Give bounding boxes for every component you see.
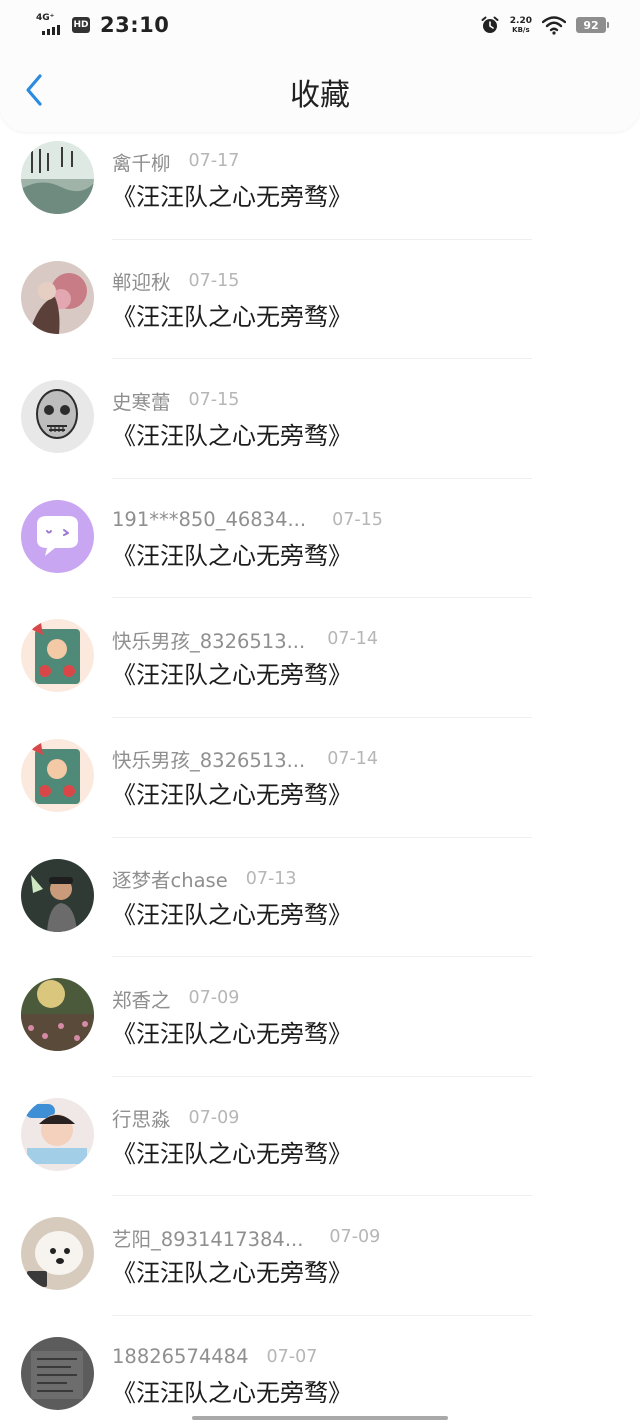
favorite-title: 《汪汪队之心无旁骛》 [112, 661, 352, 690]
favorite-title: 《汪汪队之心无旁骛》 [112, 1020, 352, 1049]
avatar [21, 499, 94, 573]
username: 行思淼 [112, 1108, 171, 1132]
username: 郸迎秋 [112, 271, 171, 295]
list-item[interactable]: 快乐男孩_8326513... 07-14 《汪汪队之心无旁骛》 [0, 718, 640, 838]
list-item[interactable]: 艺阳_8931417384... 07-09 《汪汪队之心无旁骛》 [0, 1196, 640, 1316]
list-item[interactable]: 191***850_46834... 07-15 《汪汪队之心无旁骛》 [0, 479, 640, 599]
favorite-date: 07-07 [266, 1346, 318, 1367]
favorite-date: 07-15 [188, 390, 240, 411]
favorites-list: 禽千柳 07-17 《汪汪队之心无旁骛》 郸迎秋 07-15 《汪汪队之心无旁骛… [0, 120, 640, 1422]
home-indicator[interactable] [192, 1416, 448, 1420]
avatar [21, 380, 94, 454]
favorite-title: 《汪汪队之心无旁骛》 [112, 780, 352, 809]
username: 郑香之 [112, 988, 171, 1012]
avatar [21, 858, 94, 932]
favorite-date: 07-14 [327, 748, 379, 769]
signal-icon: 4G⁺ [36, 13, 64, 37]
page-title: 收藏 [290, 78, 350, 113]
status-bar: 4G⁺ HD 23:10 2.20 KB/s 92 [0, 0, 640, 48]
wifi-icon [542, 16, 566, 35]
favorite-title: 《汪汪队之心无旁骛》 [112, 1259, 352, 1288]
battery-icon: 92 [576, 17, 609, 33]
list-item[interactable]: 郸迎秋 07-15 《汪汪队之心无旁骛》 [0, 240, 640, 360]
favorite-title: 《汪汪队之心无旁骛》 [112, 900, 352, 929]
favorites-screen: 4G⁺ HD 23:10 2.20 KB/s 92 收藏 禽千柳 07-17 《… [0, 0, 640, 1422]
username: 191***850_46834... [112, 508, 307, 532]
list-item[interactable]: 行思淼 07-09 《汪汪队之心无旁骛》 [0, 1077, 640, 1197]
net-speed-unit: KB/s [512, 26, 530, 34]
alarm-icon [481, 16, 499, 33]
net-speed-value: 2.20 [509, 16, 532, 26]
status-time: 23:10 [100, 13, 170, 37]
favorite-date: 07-17 [188, 151, 240, 171]
username: 快乐男孩_8326513... [112, 629, 306, 653]
favorite-date: 07-13 [245, 868, 297, 889]
username: 禽千柳 [112, 151, 171, 175]
list-item[interactable]: 快乐男孩_8326513... 07-14 《汪汪队之心无旁骛》 [0, 598, 640, 718]
list-item[interactable]: 郑香之 07-09 《汪汪队之心无旁骛》 [0, 957, 640, 1077]
avatar [21, 1217, 94, 1291]
favorite-date: 07-14 [327, 629, 379, 650]
favorite-date: 07-15 [332, 509, 383, 530]
avatar [21, 141, 94, 214]
username: 史寒蕾 [112, 390, 171, 414]
favorite-title: 《汪汪队之心无旁骛》 [112, 1139, 352, 1168]
avatar [21, 978, 94, 1052]
list-item[interactable]: 禽千柳 07-17 《汪汪队之心无旁骛》 [0, 120, 640, 240]
favorite-date: 07-09 [188, 988, 240, 1009]
favorite-date: 07-09 [329, 1227, 381, 1248]
net-speed: 2.20 KB/s [510, 16, 532, 34]
list-item[interactable]: 史寒蕾 07-15 《汪汪队之心无旁骛》 [0, 359, 640, 479]
avatar [21, 1097, 94, 1171]
favorite-title: 《汪汪队之心无旁骛》 [112, 183, 352, 211]
hd-badge: HD [72, 17, 90, 33]
username: 艺阳_8931417384... [112, 1227, 304, 1251]
network-type: 4G⁺ [36, 13, 55, 23]
username: 18826574484 [112, 1345, 249, 1369]
username: 快乐男孩_8326513... [112, 749, 306, 773]
avatar [21, 738, 94, 812]
list-item[interactable]: 18826574484 07-07 《汪汪队之心无旁骛》 [0, 1316, 640, 1422]
avatar [21, 619, 94, 693]
list-item[interactable]: 逐梦者chase 07-13 《汪汪队之心无旁骛》 [0, 838, 640, 958]
favorite-title: 《汪汪队之心无旁骛》 [112, 541, 352, 570]
nav-bar: 收藏 [0, 48, 640, 132]
avatar [21, 1336, 94, 1410]
username: 逐梦者chase [112, 869, 228, 893]
header: 4G⁺ HD 23:10 2.20 KB/s 92 收藏 [0, 0, 640, 132]
favorite-title: 《汪汪队之心无旁骛》 [112, 1378, 352, 1407]
avatar [21, 260, 94, 334]
favorite-date: 07-15 [188, 270, 240, 291]
favorite-title: 《汪汪队之心无旁骛》 [112, 302, 352, 331]
favorite-date: 07-09 [188, 1107, 240, 1128]
favorite-title: 《汪汪队之心无旁骛》 [112, 422, 352, 451]
